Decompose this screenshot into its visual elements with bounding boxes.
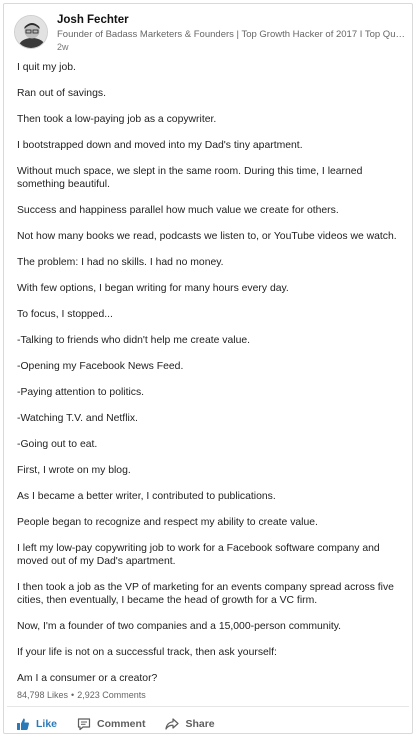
- comment-button[interactable]: Comment: [77, 717, 145, 731]
- post-paragraph: With few options, I began writing for ma…: [17, 283, 289, 294]
- like-label: Like: [36, 718, 58, 730]
- author-avatar[interactable]: [14, 15, 48, 49]
- post-stats: 84,798 Likes • 2,923 Comments: [17, 690, 146, 700]
- share-arrow-icon: [165, 717, 180, 731]
- post-paragraph: Without much space, we slept in the same…: [17, 166, 363, 190]
- comment-icon: [77, 717, 91, 731]
- post-paragraph: Success and happiness parallel how much …: [17, 205, 339, 216]
- post-paragraph: I bootstrapped down and moved into my Da…: [17, 140, 303, 151]
- post-paragraph: I left my low-pay copywriting job to wor…: [17, 543, 380, 567]
- post-paragraph: The problem: I had no skills. I had no m…: [17, 257, 224, 268]
- likes-count[interactable]: 84,798 Likes: [17, 690, 68, 700]
- avatar-image: [15, 16, 47, 48]
- actions-divider: [7, 706, 409, 707]
- post-paragraph: I quit my job.: [17, 62, 76, 73]
- author-headline: Founder of Badass Marketers & Founders |…: [57, 29, 407, 40]
- comment-label: Comment: [97, 718, 146, 730]
- thumbs-up-icon: [16, 717, 30, 731]
- post-paragraph: -Watching T.V. and Netflix.: [17, 413, 138, 424]
- post-paragraph: Now, I'm a founder of two companies and …: [17, 621, 342, 632]
- like-button[interactable]: Like: [16, 717, 57, 731]
- post-paragraph: -Opening my Facebook News Feed.: [17, 361, 184, 372]
- post-paragraph: -Paying attention to politics.: [17, 387, 145, 398]
- post-paragraph: Then took a low-paying job as a copywrit…: [17, 114, 217, 125]
- post-paragraph: To focus, I stopped...: [17, 309, 113, 320]
- author-name[interactable]: Josh Fechter: [57, 14, 129, 26]
- post-paragraph: People began to recognize and respect my…: [17, 517, 318, 528]
- comments-count[interactable]: 2,923 Comments: [77, 690, 146, 700]
- feed-post-card: Josh Fechter Founder of Badass Marketers…: [3, 3, 413, 734]
- post-paragraph: Ran out of savings.: [17, 88, 106, 99]
- post-actions-bar: Like Comment Share: [16, 714, 235, 734]
- share-button[interactable]: Share: [165, 717, 215, 731]
- post-paragraph: -Going out to eat.: [17, 439, 98, 450]
- post-timestamp: 2w: [57, 42, 69, 52]
- post-header: Josh Fechter Founder of Badass Marketers…: [14, 13, 407, 53]
- post-paragraph: -Talking to friends who didn't help me c…: [17, 335, 251, 346]
- stats-separator: •: [71, 690, 75, 700]
- post-paragraph: As I became a better writer, I contribut…: [17, 491, 276, 502]
- post-paragraph: I then took a job as the VP of marketing…: [17, 582, 394, 606]
- post-paragraph: Not how many books we read, podcasts we …: [17, 231, 397, 242]
- post-paragraph: If your life is not on a successful trac…: [17, 647, 277, 658]
- post-paragraph: Am I a consumer or a creator?: [17, 673, 158, 684]
- post-body: I quit my job. Ran out of savings. Then to…: [17, 61, 409, 685]
- post-paragraph: First, I wrote on my blog.: [17, 465, 131, 476]
- share-label: Share: [185, 718, 215, 730]
